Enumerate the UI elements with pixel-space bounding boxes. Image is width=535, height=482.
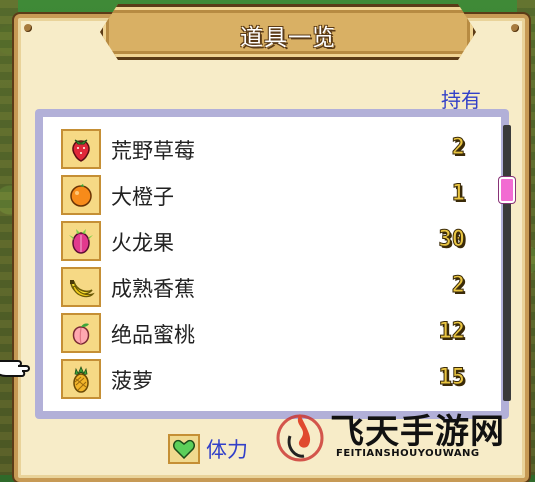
title-banner: 道具一览 — [100, 4, 476, 60]
scrollbar-thumb[interactable] — [499, 177, 515, 203]
page-title: 道具一览 — [240, 25, 336, 51]
list-item[interactable]: 荒野草莓 2 — [55, 129, 466, 173]
orange-icon — [61, 175, 101, 215]
item-list-frame: 荒野草莓 2 大橙子 1 火龙果 30 成熟香蕉 2 绝品蜜桃 12 菠萝 15 — [35, 109, 515, 419]
list-item[interactable]: 火龙果 30 — [55, 221, 465, 265]
item-quantity: 15 — [438, 365, 465, 391]
stamina-recovery-label: 体力 — [168, 432, 248, 466]
pointing-hand-cursor-icon — [0, 360, 30, 377]
list-item[interactable]: 大橙子 1 — [55, 175, 466, 219]
item-name: 成熟香蕉 — [111, 277, 195, 301]
banana-icon — [61, 267, 101, 307]
stamina-text: 体力 — [206, 438, 248, 462]
list-item[interactable]: 绝品蜜桃 12 — [55, 313, 465, 357]
item-name: 绝品蜜桃 — [111, 323, 195, 347]
item-name: 菠萝 — [111, 369, 153, 393]
watermark-subtitle: FEITIANSHOUYOUWANG — [336, 448, 480, 459]
item-quantity: 12 — [438, 319, 465, 345]
item-quantity: 30 — [438, 227, 465, 253]
watermark-title: 飞天手游网 — [330, 412, 505, 452]
peach-icon — [61, 313, 101, 353]
list-item[interactable]: 菠萝 15 — [55, 359, 465, 403]
green-heart-icon — [168, 434, 200, 464]
item-list: 荒野草莓 2 大橙子 1 火龙果 30 成熟香蕉 2 绝品蜜桃 12 菠萝 15 — [43, 117, 515, 411]
panel-bolt-icon — [511, 24, 519, 32]
item-name: 火龙果 — [111, 231, 174, 255]
item-quantity: 2 — [451, 273, 465, 299]
item-quantity: 2 — [451, 135, 465, 161]
item-name: 大橙子 — [111, 185, 174, 209]
list-item[interactable]: 成熟香蕉 2 — [55, 267, 466, 311]
pineapple-icon — [61, 359, 101, 399]
site-watermark: 飞天手游网 FEITIANSHOUYOUWANG — [270, 400, 532, 474]
strawberry-icon — [61, 129, 101, 169]
panel-bolt-icon — [24, 24, 32, 32]
item-name: 荒野草莓 — [111, 139, 195, 163]
dragon-fruit-icon — [61, 221, 101, 261]
flame-logo-icon — [276, 414, 324, 462]
scrollbar-track[interactable] — [499, 125, 515, 401]
item-quantity: 1 — [451, 181, 465, 207]
